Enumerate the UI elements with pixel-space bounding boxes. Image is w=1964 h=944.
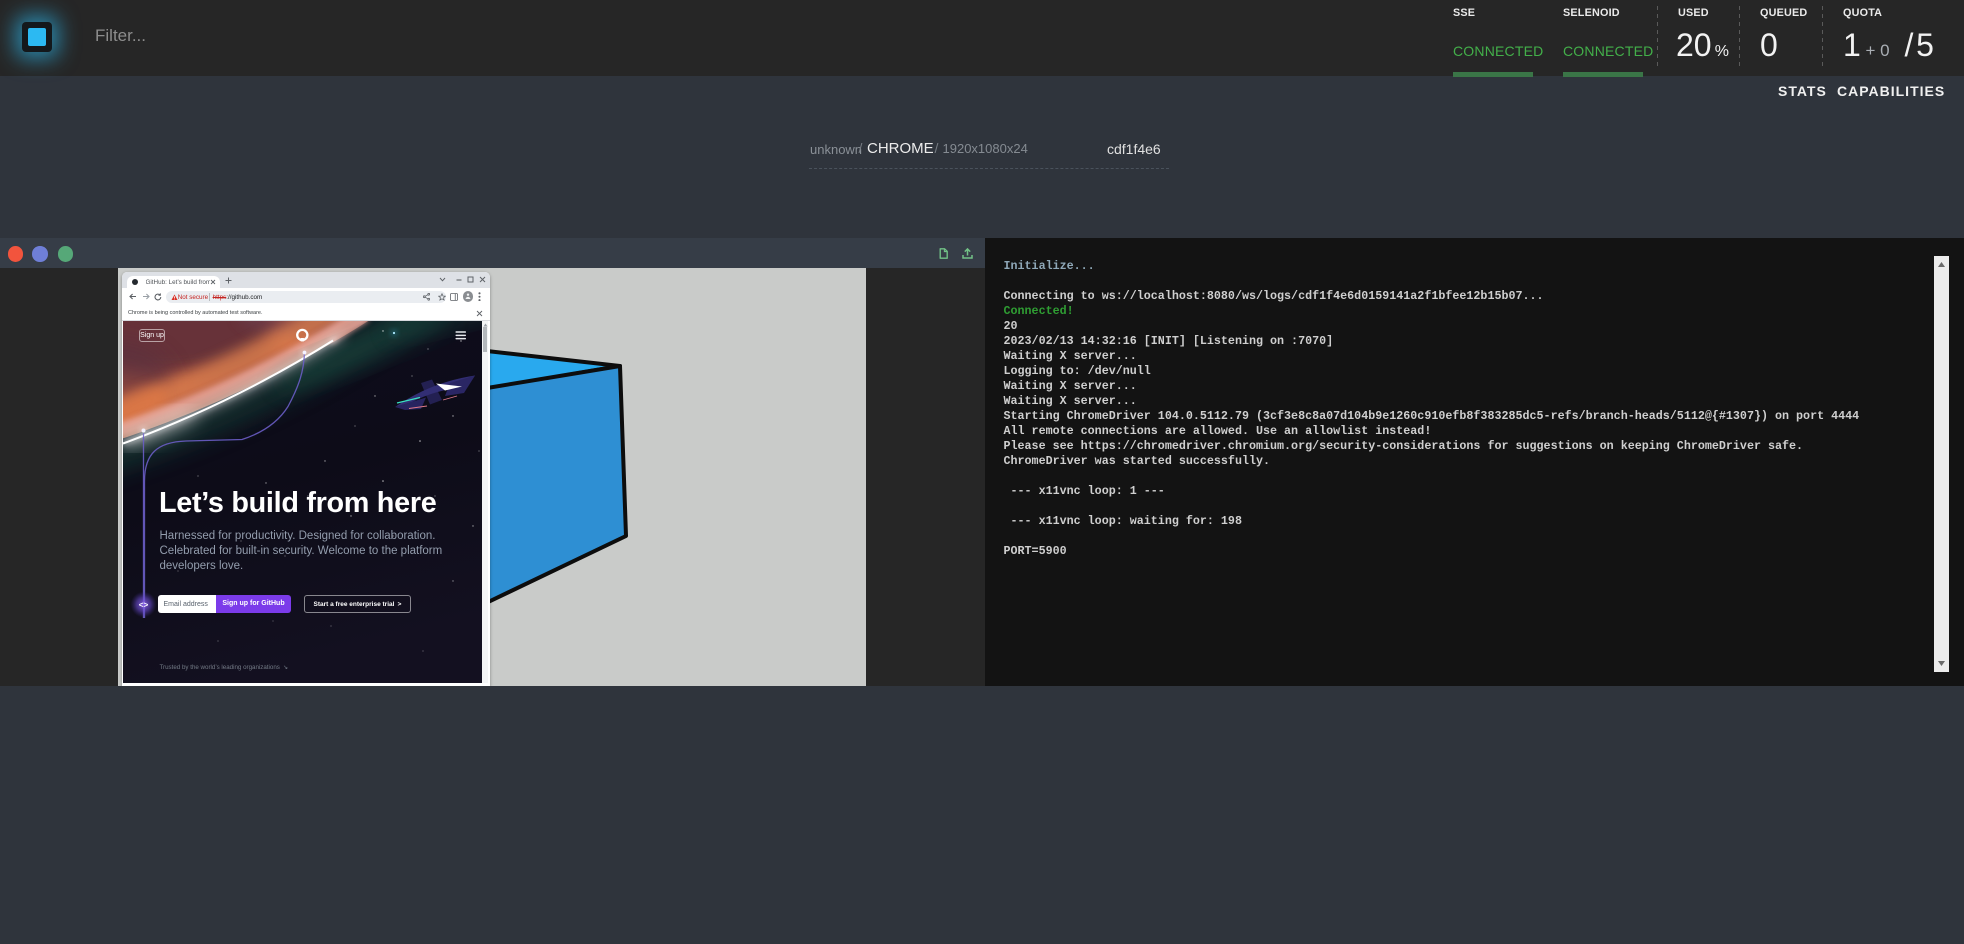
svg-text:<>: <> [139,601,149,610]
